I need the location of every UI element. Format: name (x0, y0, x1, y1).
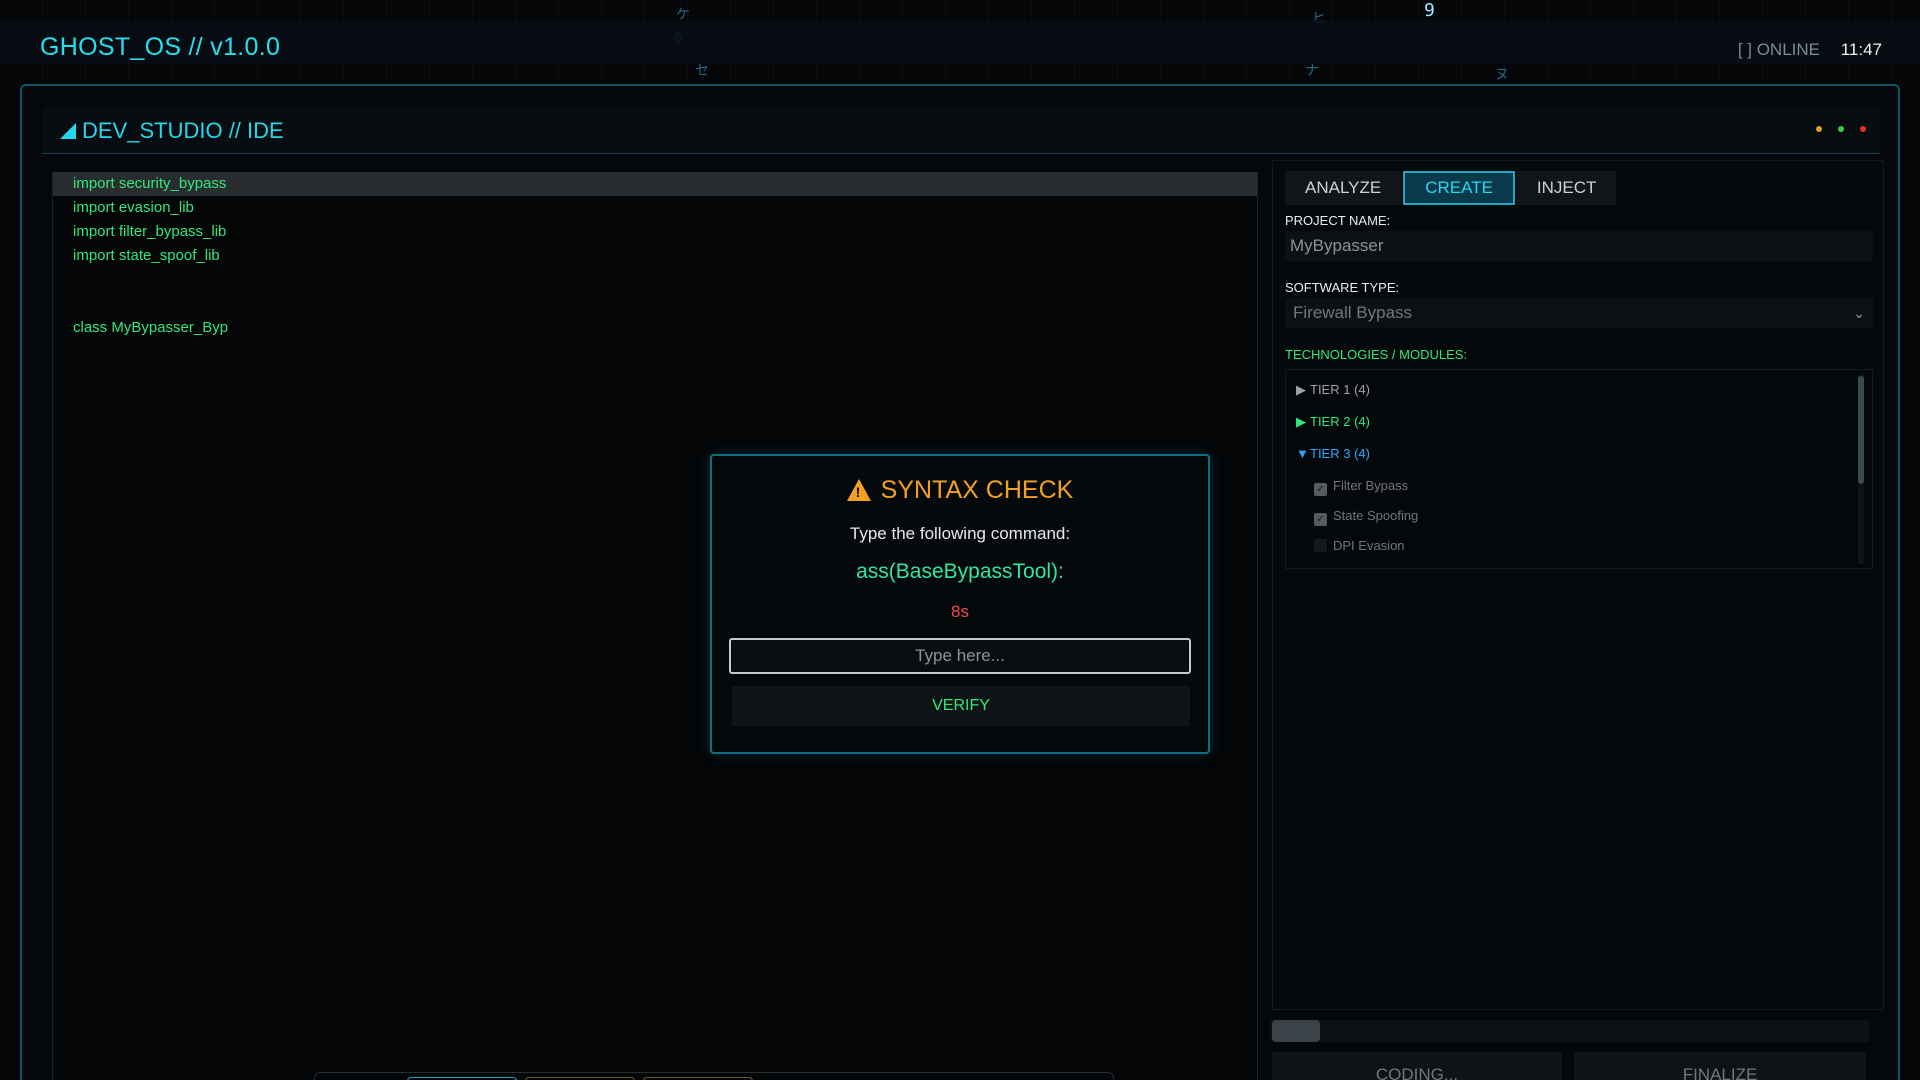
coding-progress-fill (1272, 1020, 1320, 1042)
module-filter-bypass[interactable]: ✓ Filter Bypass (1314, 478, 1408, 496)
chevron-down-icon: ⌄ (1853, 305, 1865, 321)
software-type-value: Firewall Bypass (1293, 303, 1413, 322)
code-line[interactable]: import state_spoof_lib (53, 244, 1257, 268)
coding-progress-track (1270, 1020, 1870, 1042)
window-controls (1816, 126, 1866, 132)
checkbox-unchecked-icon[interactable] (1314, 539, 1327, 552)
tier-2-toggle[interactable]: ▶ TIER 2 (4) (1296, 414, 1370, 430)
module-state-spoofing[interactable]: ✓ State Spoofing (1314, 508, 1418, 526)
code-line[interactable]: import filter_bypass_lib (53, 220, 1257, 244)
window-triangle-icon (60, 123, 76, 139)
modal-command: ass(BaseBypassTool): (856, 560, 1064, 583)
syntax-check-modal: SYNTAX CHECK Type the following command:… (710, 454, 1210, 754)
os-title: GHOST_OS // v1.0.0 (40, 33, 281, 61)
technologies-label: TECHNOLOGIES / MODULES: (1285, 347, 1468, 362)
close-dot-icon[interactable] (1860, 126, 1866, 132)
tier-label: TIER 2 (4) (1310, 414, 1370, 429)
code-line[interactable] (53, 292, 1257, 316)
warning-icon (846, 479, 871, 501)
tier-3-toggle[interactable]: ▼TIER 3 (4) (1296, 446, 1370, 462)
module-label: DPI Evasion (1333, 538, 1405, 553)
module-dpi-evasion[interactable]: DPI Evasion (1314, 538, 1405, 554)
code-line[interactable] (53, 268, 1257, 292)
code-line[interactable]: class MyBypasser_Byp (53, 316, 1257, 340)
window-title-text: DEV_STUDIO // IDE (82, 118, 284, 143)
caret-right-icon: ▶ (1296, 414, 1306, 429)
editor-bottom-tabs (314, 1072, 1114, 1080)
system-clock: 11:47 (1840, 40, 1882, 59)
module-label: Filter Bypass (1333, 478, 1409, 493)
verify-button[interactable]: VERIFY (732, 686, 1190, 726)
tab-create[interactable]: CREATE (1403, 171, 1515, 205)
create-panel: ANALYZE CREATE INJECT PROJECT NAME: MyBy… (1272, 160, 1884, 1010)
module-label: State Spoofing (1333, 508, 1419, 523)
checkbox-checked-icon[interactable]: ✓ (1314, 513, 1327, 526)
modal-title-text: SYNTAX CHECK (880, 476, 1074, 504)
modal-timer: 8s (951, 602, 969, 621)
checkbox-checked-icon[interactable]: ✓ (1314, 483, 1327, 496)
panel-tabs: ANALYZE CREATE INJECT (1285, 171, 1617, 205)
tier-1-toggle[interactable]: ▶ TIER 1 (4) (1296, 382, 1370, 398)
matrix-rain-glyph: 9 (1424, 0, 1435, 21)
matrix-rain-glyph: ヌ (1495, 67, 1509, 83)
minimize-dot-icon[interactable] (1816, 126, 1822, 132)
window-title: DEV_STUDIO // IDE (60, 118, 284, 144)
maximize-dot-icon[interactable] (1838, 126, 1844, 132)
code-line[interactable]: import security_bypass (53, 172, 1257, 196)
window-header[interactable]: DEV_STUDIO // IDE (42, 106, 1880, 154)
code-line[interactable]: import evasion_lib (53, 196, 1257, 220)
command-input[interactable] (729, 638, 1191, 674)
modal-instruction: Type the following command: (849, 524, 1071, 543)
tier-label: TIER 1 (4) (1310, 382, 1370, 397)
modules-tree: ▶ TIER 1 (4) ▶ TIER 2 (4) ▼TIER 3 (4) ✓ Fil… (1285, 369, 1873, 569)
tier-label: TIER 3 (4) (1310, 446, 1370, 461)
finalize-button[interactable]: FINALIZE (1574, 1052, 1866, 1080)
caret-right-icon: ▶ (1296, 382, 1306, 397)
caret-down-icon: ▼ (1296, 446, 1309, 461)
project-name-label: PROJECT NAME: (1285, 213, 1391, 228)
software-type-label: SOFTWARE TYPE: (1285, 280, 1400, 295)
tree-scroll-thumb[interactable] (1858, 376, 1864, 484)
tab-inject[interactable]: INJECT (1516, 171, 1617, 205)
modal-title: SYNTAX CHECK (712, 476, 1208, 505)
coding-button[interactable]: CODING... (1272, 1052, 1562, 1080)
os-top-bar: GHOST_OS // v1.0.0 [ ] ONLINE 11:47 (0, 20, 1920, 64)
tab-analyze[interactable]: ANALYZE (1285, 171, 1402, 205)
project-name-input[interactable]: MyBypasser (1285, 231, 1873, 261)
online-status: [ ] ONLINE (1737, 40, 1820, 59)
software-type-select[interactable]: Firewall Bypass ⌄ (1285, 298, 1873, 328)
